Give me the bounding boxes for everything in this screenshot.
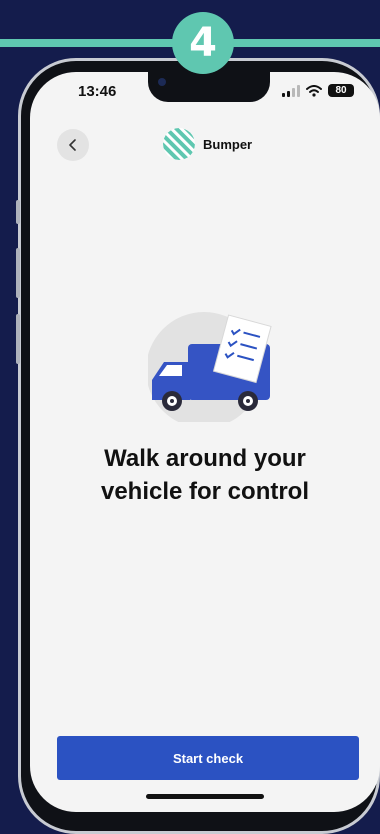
status-time: 13:46 — [78, 83, 117, 100]
back-button[interactable] — [57, 129, 89, 161]
page-title: Walk around your vehicle for control — [30, 442, 380, 508]
phone-button-volume-down — [16, 314, 20, 364]
start-check-button[interactable]: Start check — [57, 736, 359, 780]
signal-icon — [282, 84, 300, 97]
step-line-right — [232, 39, 380, 47]
brand-name: Bumper — [203, 136, 253, 152]
truck-checklist-illustration — [148, 312, 272, 422]
step-line-left — [0, 39, 175, 47]
brand-header: Bumper — [163, 128, 252, 160]
bumper-logo-icon — [163, 128, 195, 160]
wifi-icon — [306, 84, 322, 97]
phone-button-mute — [16, 200, 20, 224]
home-indicator — [146, 794, 264, 799]
phone-screen: 13:46 80 Bumper Walk around your vehicle… — [30, 72, 380, 812]
status-icons: 80 — [282, 84, 354, 97]
notch — [148, 72, 270, 102]
chevron-left-icon — [69, 139, 76, 151]
truck-wheel-rear — [238, 391, 258, 411]
title-line-1: Walk around your — [104, 445, 306, 472]
battery-icon: 80 — [328, 84, 354, 97]
step-number-badge: 4 — [172, 12, 234, 74]
camera-dot — [158, 78, 166, 86]
phone-button-volume-up — [16, 248, 20, 298]
title-line-2: vehicle for control — [100, 478, 310, 505]
truck-wheel-front — [162, 391, 182, 411]
